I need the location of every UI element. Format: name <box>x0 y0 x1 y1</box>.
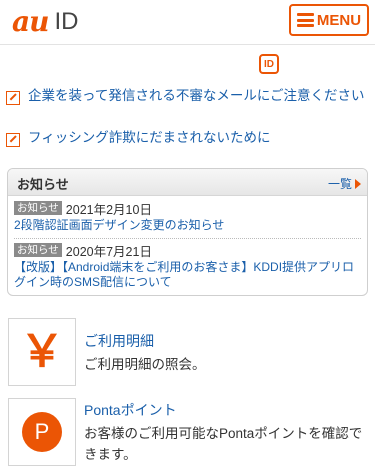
news-box: お知らせ 一覧 お知らせ 2021年2月10日 2段階認証画面デザイン変更のお知… <box>7 168 368 296</box>
news-date: 2021年2月10日 <box>65 202 152 217</box>
news-tag: お知らせ <box>14 243 62 257</box>
billing-tile[interactable]: ￥ <box>8 318 76 386</box>
service-description: ご利用明細の照会。 <box>84 357 206 372</box>
notice-link-phishing-fraud[interactable]: フィッシング詐欺にだまされないために <box>6 128 366 147</box>
notice-link-phishing-mail[interactable]: 企業を装って発信される不審なメールにご注意ください <box>6 86 366 105</box>
news-tag: お知らせ <box>14 201 62 215</box>
news-more-label: 一覧 <box>327 177 352 191</box>
notice-text: 企業を装って発信される不審なメールにご注意ください <box>28 88 365 103</box>
service-title[interactable]: Pontaポイント <box>84 400 369 420</box>
news-link[interactable]: 2段階認証画面デザイン変更のお知らせ <box>14 218 224 233</box>
news-header: お知らせ 一覧 <box>8 169 367 196</box>
au-id-logo[interactable]: au ID <box>12 8 79 36</box>
triangle-right-icon <box>355 178 361 189</box>
news-item[interactable]: お知らせ 2020年7月21日 【改版】【Android端末をご利用のお客さま】… <box>14 242 359 290</box>
billing-service[interactable]: ご利用明細 ご利用明細の照会。 <box>84 331 364 375</box>
header: au ID MENU <box>0 0 375 45</box>
hamburger-icon <box>296 13 314 27</box>
logo-brand: au <box>12 5 49 38</box>
news-date: 2020年7月21日 <box>65 244 152 259</box>
service-description: お客様のご利用可能なPontaポイントを確認できます。 <box>84 426 363 462</box>
news-title: お知らせ <box>17 177 69 192</box>
ponta-tile[interactable]: P <box>8 398 76 466</box>
notice-text: フィッシング詐欺にだまされないために <box>28 130 271 145</box>
menu-button[interactable]: MENU <box>289 4 369 36</box>
news-item[interactable]: お知らせ 2021年2月10日 2段階認証画面デザイン変更のお知らせ <box>14 200 224 233</box>
external-link-icon <box>6 91 20 105</box>
news-link[interactable]: 【改版】【Android端末をご利用のお客さま】KDDI提供アプリログイン時のS… <box>14 260 359 290</box>
logo-suffix: ID <box>54 8 79 35</box>
news-more-link[interactable]: 一覧 <box>328 175 361 192</box>
id-icon: ID <box>259 54 279 74</box>
yen-icon: ￥ <box>20 327 64 376</box>
ponta-icon: P <box>22 412 62 452</box>
service-title[interactable]: ご利用明細 <box>84 331 364 351</box>
news-divider <box>14 238 361 239</box>
menu-label: MENU <box>316 11 362 29</box>
external-link-icon <box>6 133 20 147</box>
ponta-service[interactable]: Pontaポイント お客様のご利用可能なPontaポイントを確認できます。 <box>84 400 369 465</box>
